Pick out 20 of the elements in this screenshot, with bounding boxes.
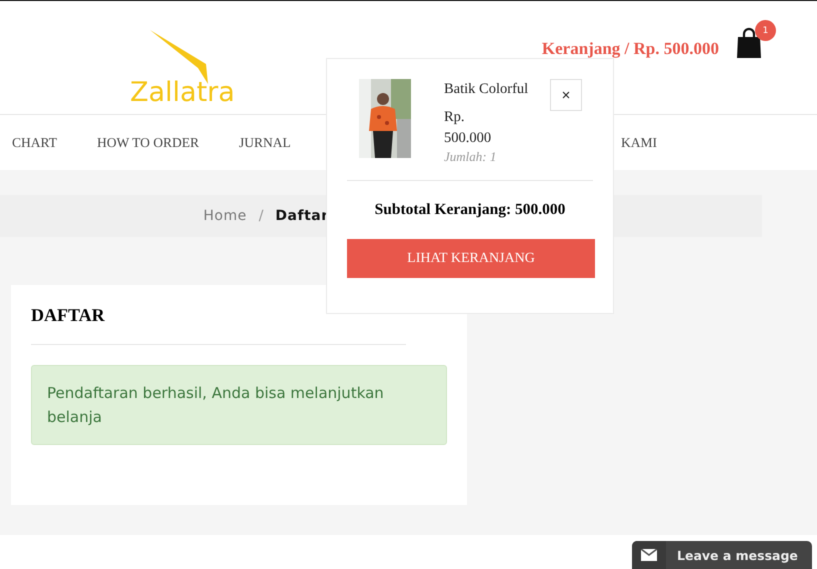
remove-item-button[interactable]: ×	[550, 79, 582, 111]
envelope-icon	[641, 549, 657, 561]
breadcrumb-separator: /	[258, 208, 264, 224]
nav-link[interactable]: KAMI	[621, 134, 657, 150]
cart-link[interactable]: Keranjang / Rp. 500.000	[542, 39, 719, 59]
chat-label: Leave a message	[677, 548, 798, 562]
product-price: Rp. 500.000	[444, 108, 492, 148]
nav-link[interactable]: CHART	[12, 134, 57, 150]
cart-count-badge: 1	[755, 20, 776, 41]
product-name-link[interactable]: Batik Colorful	[444, 79, 550, 99]
cart-subtotal: Subtotal Keranjang: 500.000	[374, 201, 566, 219]
breadcrumb-link[interactable]: Daftar	[275, 208, 329, 224]
nav-link[interactable]: HOW TO ORDER	[96, 134, 199, 150]
shopping-bag-icon[interactable]	[736, 27, 762, 59]
breadcrumb-link[interactable]: Home	[203, 208, 247, 224]
nav-link[interactable]: JURNAL	[238, 134, 291, 150]
chat-tab[interactable]: Leave a message	[632, 541, 812, 569]
view-cart-button[interactable]: LIHAT KERANJANG	[347, 239, 595, 278]
quantity-label: Jumlah: 1	[444, 149, 498, 165]
success-alert: Pendaftaran berhasil, Anda bisa melanjutkan belanja	[31, 365, 447, 445]
